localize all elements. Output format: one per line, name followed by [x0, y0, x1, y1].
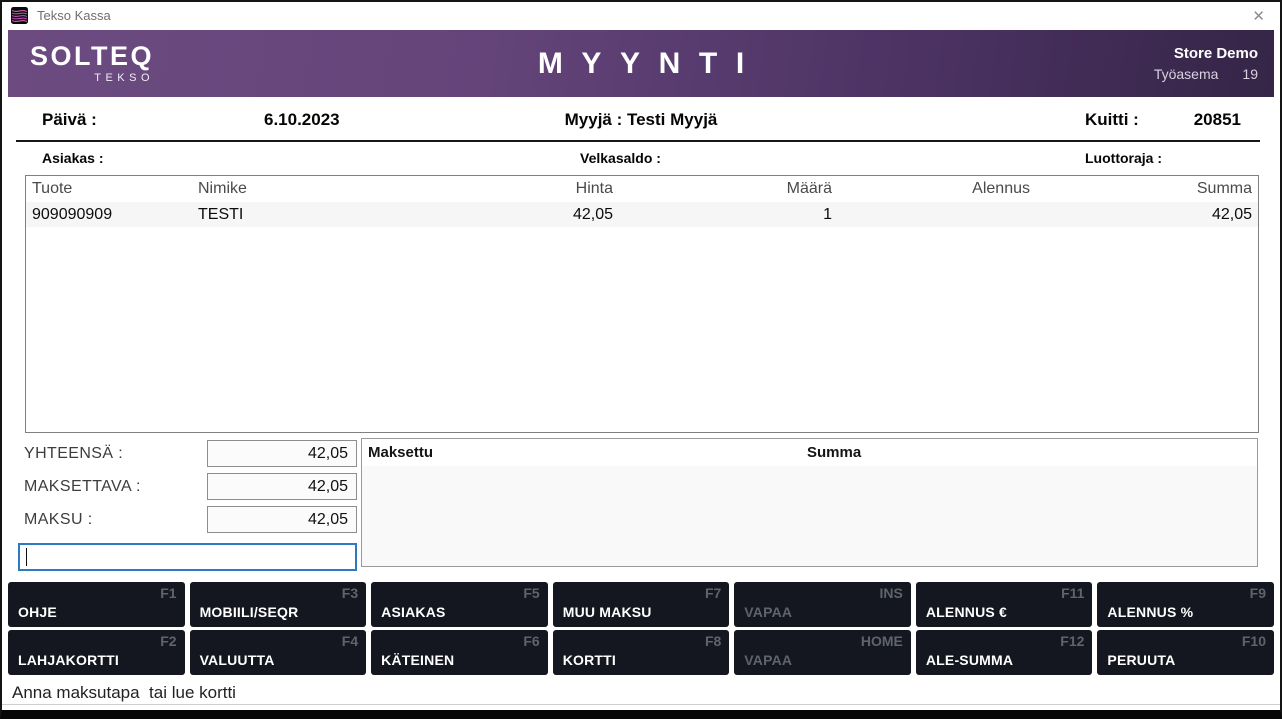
table-cell: 42,05 [460, 206, 619, 224]
app-window: Tekso Kassa ✕ SOLTEQ TEKSO MYYNTI Store … [0, 0, 1282, 719]
button-label: ALENNUS € [926, 604, 1007, 620]
total-label: MAKSU : [24, 511, 93, 529]
title-bar: Tekso Kassa ✕ [2, 2, 1280, 29]
button-label: KORTTI [563, 652, 616, 668]
button-fkey: F12 [1060, 633, 1084, 649]
table-cell: TESTI [192, 206, 460, 224]
function-button-mobiili-seqr[interactable]: MOBIILI/SEQR F3 [190, 582, 367, 627]
paid-list-panel: Maksettu Summa [361, 438, 1258, 567]
items-table: TuoteNimikeHintaMääräAlennusSumma 909090… [25, 175, 1259, 433]
store-name: Store Demo [1154, 45, 1258, 62]
button-fkey: F7 [705, 585, 721, 601]
button-fkey: F4 [342, 633, 358, 649]
paid-list-header: Maksettu Summa [362, 439, 1257, 466]
payment-input[interactable] [18, 543, 357, 571]
table-cell: 1 [619, 206, 838, 224]
button-fkey: F9 [1250, 585, 1266, 601]
button-label: MOBIILI/SEQR [200, 604, 299, 620]
solteq-logo: SOLTEQ TEKSO [30, 43, 154, 84]
button-label: LAHJAKORTTI [18, 652, 119, 668]
table-cell: 42,05 [1036, 206, 1258, 224]
store-info: Store Demo Työasema 19 [1154, 45, 1274, 82]
button-fkey: F6 [523, 633, 539, 649]
customer-label: Asiakas : [42, 150, 103, 166]
button-label: VALUUTTA [200, 652, 275, 668]
total-label: MAKSETTAVA : [24, 478, 141, 496]
button-label: VAPAA [744, 652, 792, 668]
text-caret [26, 548, 27, 566]
status-bar: Anna maksutapa tai lue kortti [2, 683, 1280, 705]
button-fkey: F11 [1061, 585, 1084, 601]
total-value-box: 42,05 [207, 506, 357, 533]
seller-label: Myyjä : Testi Myyjä [565, 110, 718, 130]
table-body: 909090909TESTI42,05142,05 [26, 202, 1258, 227]
function-button-lahjakortti[interactable]: LAHJAKORTTI F2 [8, 630, 185, 675]
workstation-label: Työasema [1154, 66, 1219, 82]
function-button-kortti[interactable]: KORTTI F8 [553, 630, 730, 675]
logo-sub-text: TEKSO [94, 72, 154, 84]
function-button-k-teinen[interactable]: KÄTEINEN F6 [371, 630, 548, 675]
debt-balance-label: Velkasaldo : [580, 150, 661, 166]
close-icon[interactable]: ✕ [1237, 7, 1280, 25]
sum-column-header: Summa [807, 444, 861, 461]
button-fkey: F5 [523, 585, 539, 601]
button-label: ASIAKAS [381, 604, 445, 620]
column-header: Nimike [192, 180, 460, 198]
table-cell: 909090909 [26, 206, 192, 224]
receipt-label: Kuitti : [1085, 110, 1139, 130]
date-value: 6.10.2023 [264, 110, 340, 130]
function-button-asiakas[interactable]: ASIAKAS F5 [371, 582, 548, 627]
table-row[interactable]: 909090909TESTI42,05142,05 [26, 202, 1258, 227]
function-button-ale-summa[interactable]: ALE-SUMMA F12 [916, 630, 1093, 675]
credit-limit-label: Luottoraja : [1085, 150, 1162, 166]
receipt-info-row: Päivä : 6.10.2023 Myyjä : Testi Myyjä Ku… [2, 97, 1280, 140]
app-icon [11, 7, 28, 24]
column-header: Määrä [619, 180, 838, 198]
function-button-grid: OHJE F1 MOBIILI/SEQR F3 ASIAKAS F5 MUU MAKSU F7… [8, 582, 1274, 675]
logo-main-text: SOLTEQ [30, 43, 154, 70]
table-header-row: TuoteNimikeHintaMääräAlennusSumma [26, 176, 1258, 202]
window-title: Tekso Kassa [37, 8, 111, 23]
column-header: Summa [1036, 180, 1258, 198]
receipt-number: 20851 [1194, 110, 1241, 130]
payment-zone: YHTEENSÄ : 42,05 MAKSETTAVA : 42,05 MAKSU : 4… [2, 438, 1280, 571]
function-button-alennus-[interactable]: ALENNUS € F11 [916, 582, 1093, 627]
column-header: Hinta [460, 180, 619, 198]
total-value-box: 42,05 [207, 440, 357, 467]
button-fkey: F1 [160, 585, 176, 601]
button-fkey: HOME [861, 633, 903, 649]
total-label: YHTEENSÄ : [24, 445, 123, 463]
button-label: ALENNUS % [1107, 604, 1193, 620]
function-button-alennus-[interactable]: ALENNUS % F9 [1097, 582, 1274, 627]
paid-column-header: Maksettu [368, 444, 433, 461]
function-button-vapaa: VAPAA HOME [734, 630, 911, 675]
function-button-peruuta[interactable]: PERUUTA F10 [1097, 630, 1274, 675]
page-title: MYYNTI [519, 47, 763, 81]
button-fkey: F3 [342, 585, 358, 601]
workstation-info: Työasema 19 [1154, 66, 1258, 82]
function-button-vapaa: VAPAA INS [734, 582, 911, 627]
button-fkey: INS [880, 585, 903, 601]
column-header: Tuote [26, 180, 192, 198]
button-label: OHJE [18, 604, 57, 620]
button-label: KÄTEINEN [381, 652, 454, 668]
function-button-muu-maksu[interactable]: MUU MAKSU F7 [553, 582, 730, 627]
function-button-ohje[interactable]: OHJE F1 [8, 582, 185, 627]
button-label: VAPAA [744, 604, 792, 620]
date-label: Päivä : [42, 110, 97, 130]
workstation-number: 19 [1242, 66, 1258, 82]
button-label: MUU MAKSU [563, 604, 652, 620]
column-header: Alennus [838, 180, 1036, 198]
button-label: ALE-SUMMA [926, 652, 1013, 668]
total-value-box: 42,05 [207, 473, 357, 500]
function-button-valuutta[interactable]: VALUUTTA F4 [190, 630, 367, 675]
button-label: PERUUTA [1107, 652, 1175, 668]
button-fkey: F2 [160, 633, 176, 649]
app-header: SOLTEQ TEKSO MYYNTI Store Demo Työasema 1… [8, 30, 1274, 97]
button-fkey: F10 [1242, 633, 1266, 649]
button-fkey: F8 [705, 633, 721, 649]
customer-info-row: Asiakas : Velkasaldo : Luottoraja : [2, 142, 1280, 175]
